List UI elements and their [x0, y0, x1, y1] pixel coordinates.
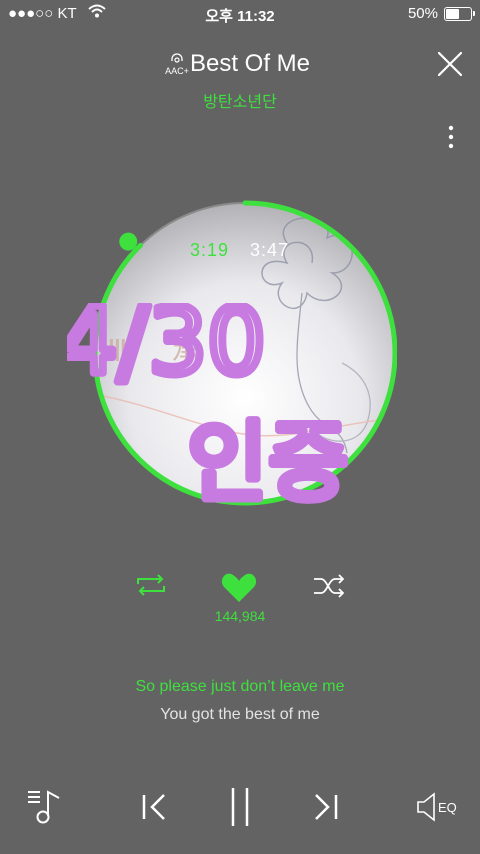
song-title: Best Of Me [189, 50, 311, 77]
equalizer-button[interactable]: EQ [416, 792, 457, 827]
like-button[interactable] [220, 572, 258, 609]
repeat-button[interactable] [134, 572, 168, 603]
artist-name[interactable]: 방탄소년단 [0, 88, 480, 112]
more-icon [448, 125, 454, 149]
more-options-button[interactable] [444, 124, 458, 150]
elapsed-time: 3:19 [190, 240, 230, 260]
album-art-area: Ⅲ 承 4/30 인증 [67, 193, 397, 518]
shuffle-button[interactable] [312, 574, 346, 603]
lyric-current-line[interactable]: So please just don’t leave me [0, 678, 480, 696]
close-button[interactable] [436, 50, 464, 78]
battery-icon [444, 7, 475, 21]
like-count: 144,984 [214, 608, 266, 624]
overlay-text-line2: 인증 [187, 411, 349, 514]
handwriting-overlay: 4/30 인증 [67, 303, 353, 518]
playlist-button[interactable] [26, 788, 66, 831]
speaker-eq-icon [417, 792, 435, 822]
status-bar: ●●●○○ KT 오후 11:32 50% [0, 0, 480, 28]
previous-icon [142, 794, 165, 820]
heart-icon [221, 573, 257, 602]
shuffle-icon [314, 574, 345, 598]
progress-knob[interactable] [119, 232, 138, 251]
next-icon [315, 794, 338, 820]
pause-icon [231, 788, 249, 826]
lyric-next-line[interactable]: You got the best of me [0, 706, 480, 724]
repeat-icon [137, 574, 165, 596]
previous-button[interactable] [140, 792, 168, 827]
close-icon [437, 51, 463, 77]
pause-button[interactable] [228, 786, 252, 833]
next-button[interactable] [312, 792, 340, 827]
overlay-text-line1: 4/30 [67, 303, 266, 395]
eq-label: EQ [438, 800, 457, 815]
battery-percent: 50% [407, 5, 438, 22]
total-time: 3:47 [250, 240, 290, 260]
playlist-icon [28, 790, 60, 824]
